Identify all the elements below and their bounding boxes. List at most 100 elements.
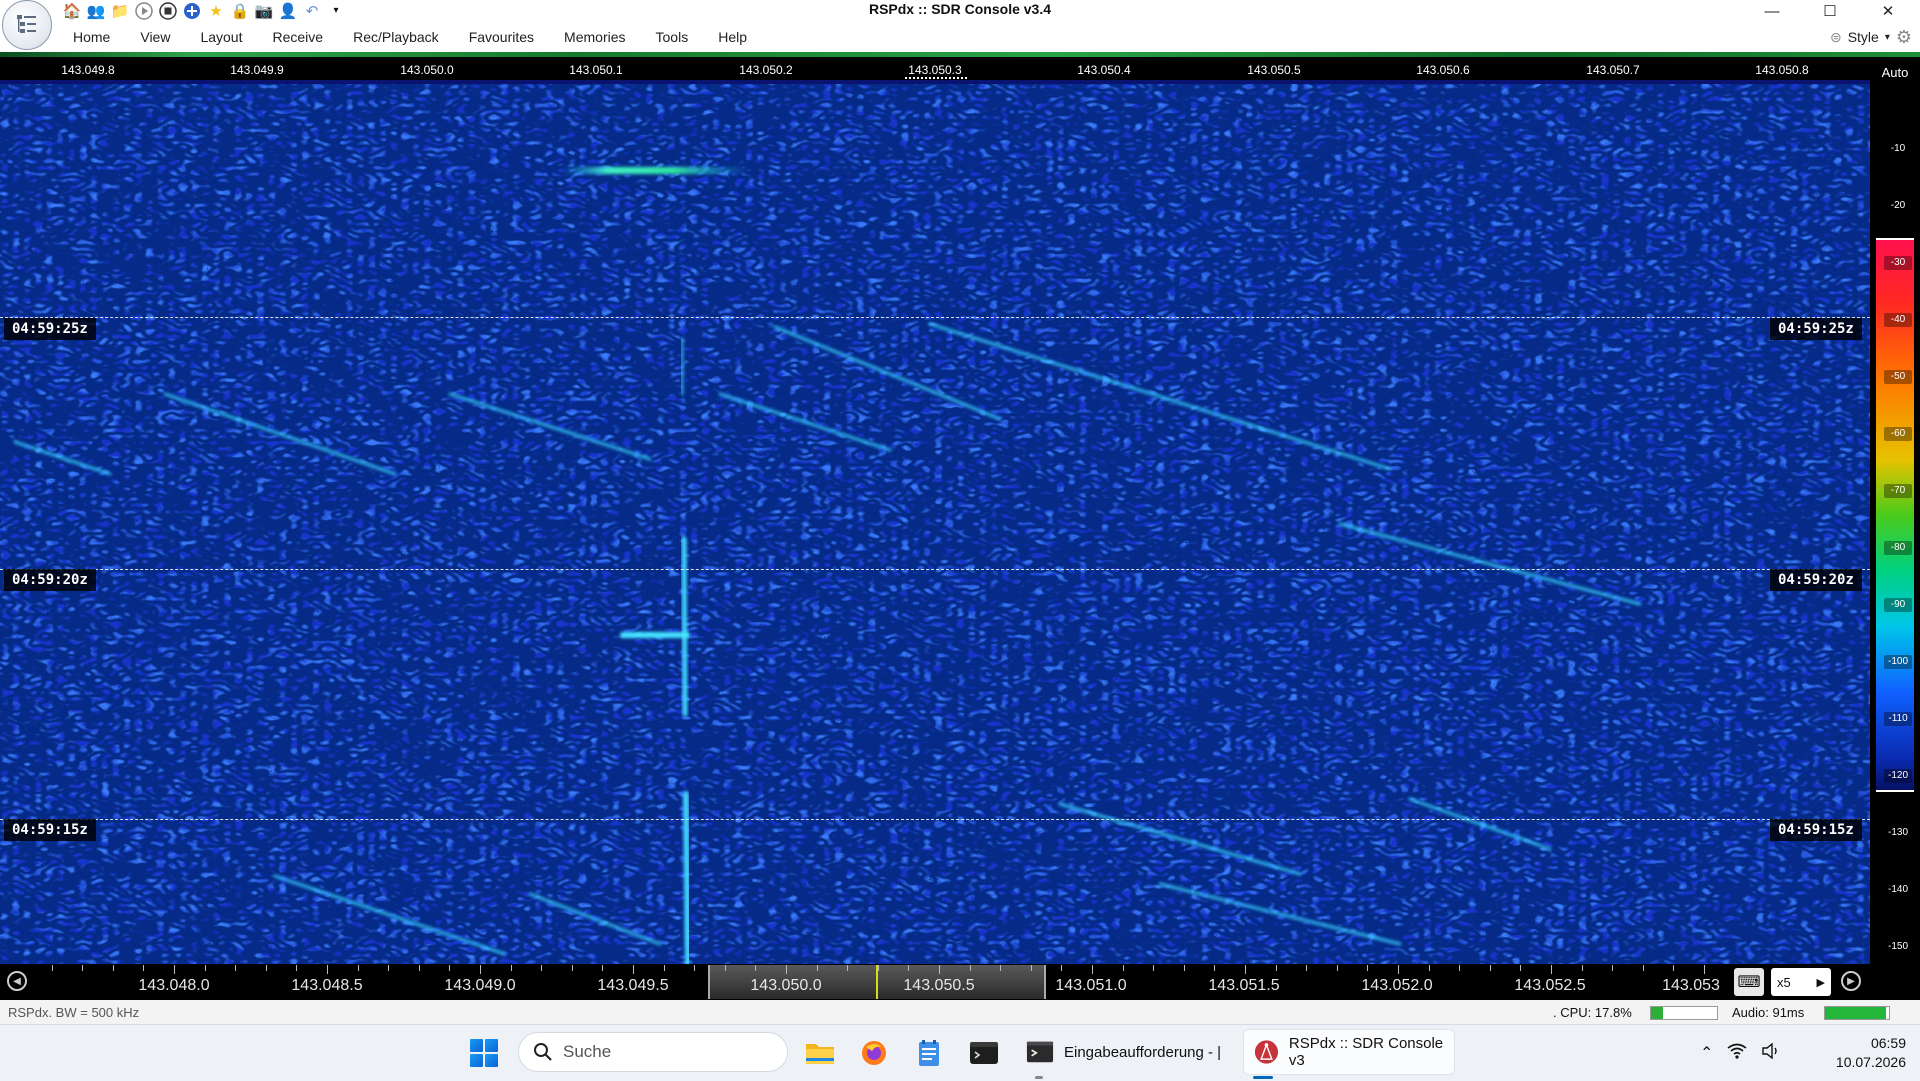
- scale-minor-tick: [877, 965, 879, 971]
- scale-minor-tick: [571, 965, 573, 971]
- scale-minor-tick: [1275, 965, 1277, 971]
- device-status: RSPdx. BW = 500 kHz: [8, 1005, 140, 1020]
- time-marker-line: [0, 819, 1870, 821]
- scale-minor-tick: [1061, 965, 1063, 971]
- waterfall-display[interactable]: 04:59:25z 04:59:25z 04:59:20z 04:59:20z …: [0, 84, 1870, 964]
- volume-icon[interactable]: [1761, 1042, 1781, 1064]
- tab-rec-playback[interactable]: Rec/Playback: [338, 29, 454, 45]
- firefox-icon[interactable]: [856, 1035, 892, 1071]
- scale-lower-limit[interactable]: [1876, 790, 1914, 792]
- windows-start-button[interactable]: [470, 1039, 498, 1067]
- tab-receive[interactable]: Receive: [258, 29, 339, 45]
- search-icon: [534, 1043, 552, 1061]
- taskbar-app-label: RSPdx :: SDR Console v3: [1288, 1035, 1444, 1069]
- tab-home[interactable]: Home: [58, 29, 125, 45]
- system-clock[interactable]: 06:59 10.07.2026: [1810, 1034, 1906, 1072]
- file-explorer-icon[interactable]: [802, 1035, 838, 1071]
- tab-help[interactable]: Help: [703, 29, 762, 45]
- collapse-ribbon-icon[interactable]: ⊜: [1830, 29, 1842, 46]
- scale-minor-tick: [388, 965, 390, 971]
- settings-gear-icon[interactable]: ⚙: [1896, 27, 1912, 48]
- style-label: Style: [1847, 29, 1879, 45]
- cpu-status: . CPU: 17.8%: [1553, 1005, 1632, 1020]
- style-menu[interactable]: ⊜ Style ▾ ⚙: [1830, 22, 1912, 52]
- cpu-meter-fill: [1651, 1007, 1663, 1019]
- top-frequency-axis[interactable]: 143.049.8 143.049.9 143.050.0 143.050.1 …: [0, 57, 1870, 80]
- scale-minor-tick: [143, 965, 145, 971]
- scale-minor-tick: [908, 965, 910, 971]
- time-label-left: 04:59:25z: [4, 318, 96, 340]
- scale-minor-tick: [1153, 965, 1155, 971]
- waterfall-canvas: [0, 84, 1870, 964]
- tab-tools[interactable]: Tools: [641, 29, 704, 45]
- auto-scale-button[interactable]: Auto: [1870, 57, 1920, 88]
- scale-tick: -110: [1884, 712, 1912, 726]
- scale-minor-tick: [1367, 965, 1369, 971]
- scale-minor-tick: [510, 965, 512, 971]
- system-tray: ⌃: [1700, 1025, 1781, 1081]
- tab-favourites[interactable]: Favourites: [454, 29, 549, 45]
- minimize-button[interactable]: —: [1750, 0, 1794, 22]
- taskbar-app-sdr-console[interactable]: RSPdx :: SDR Console v3: [1243, 1029, 1455, 1075]
- scale-minor-tick: [847, 965, 849, 971]
- chevron-up-icon[interactable]: ⌃: [1700, 1043, 1713, 1063]
- scale-minor-tick: [1245, 965, 1246, 974]
- bandwidth-edge-right[interactable]: [1044, 965, 1046, 999]
- app-menu-icon: [17, 15, 36, 33]
- scale-minor-tick: [112, 965, 114, 971]
- scale-minor-tick: [1122, 965, 1124, 971]
- scale-upper-limit[interactable]: [1876, 238, 1914, 240]
- time-marker-line: [0, 569, 1870, 571]
- scale-minor-tick: [265, 965, 267, 971]
- scale-minor-tick: [1183, 965, 1185, 971]
- taskbar: Suche Eingabeaufforderung - | RSPdx :: S…: [0, 1024, 1920, 1081]
- top-axis-label: 143.050.5: [1247, 63, 1301, 77]
- scale-minor-tick: [1030, 965, 1032, 971]
- signal-level-scale[interactable]: -10 -20 -30 -40 -50 -60 -70 -80 -90 -100…: [1870, 88, 1920, 964]
- clock-date: 10.07.2026: [1835, 1054, 1906, 1070]
- tab-memories[interactable]: Memories: [549, 29, 640, 45]
- title-bar: 🏠 👥 📁 ★ 🔒 📷 👤 ↶ ▾ RSPdx :: SDR Console v…: [0, 0, 1920, 50]
- bottom-axis-label: 143.049.5: [597, 977, 669, 994]
- top-axis-label: 143.050.8: [1755, 63, 1809, 77]
- scale-minor-tick: [1551, 965, 1552, 974]
- scale-tick: -60: [1884, 427, 1912, 441]
- bottom-axis-label: 143.051.0: [1055, 977, 1127, 994]
- scale-minor-tick: [816, 965, 818, 971]
- scale-minor-tick: [1673, 965, 1675, 971]
- wifi-icon[interactable]: [1727, 1043, 1747, 1064]
- keyboard-icon[interactable]: ⌨: [1734, 968, 1764, 996]
- scale-tick: -10: [1890, 143, 1906, 154]
- bandwidth-edge-left[interactable]: [708, 965, 710, 999]
- top-axis-label: 143.050.4: [1077, 63, 1131, 77]
- bottom-axis-label: 143.048.5: [291, 977, 363, 994]
- scale-minor-tick: [1398, 965, 1399, 974]
- chevron-right-icon[interactable]: ▶: [1817, 976, 1825, 989]
- taskbar-app-command-prompt[interactable]: Eingabeaufforderung - |: [1016, 1029, 1236, 1075]
- notepad-icon[interactable]: [911, 1035, 947, 1071]
- scroll-left-button[interactable]: ◀: [7, 971, 27, 991]
- tab-view[interactable]: View: [125, 29, 185, 45]
- scale-minor-tick: [1000, 965, 1002, 971]
- scale-tick: -20: [1890, 200, 1906, 211]
- clock-time: 06:59: [1870, 1035, 1906, 1051]
- scale-minor-tick: [51, 965, 53, 971]
- scale-minor-tick: [1642, 965, 1644, 971]
- tab-layout[interactable]: Layout: [185, 29, 257, 45]
- zoom-selector[interactable]: x5 ▶: [1771, 968, 1831, 996]
- scale-minor-tick: [541, 965, 543, 971]
- terminal-icon[interactable]: [966, 1035, 1002, 1071]
- close-button[interactable]: ✕: [1866, 0, 1910, 22]
- maximize-button[interactable]: ☐: [1808, 0, 1852, 22]
- audio-status: Audio: 91ms: [1732, 1005, 1805, 1020]
- top-axis-label: 143.050.2: [739, 63, 793, 77]
- taskbar-search[interactable]: Suche: [518, 1032, 788, 1072]
- time-label-right: 04:59:25z: [1770, 318, 1862, 340]
- frequency-scale[interactable]: 143.048.0 143.048.5 143.049.0 143.049.5 …: [36, 965, 1720, 999]
- scale-minor-tick: [939, 965, 940, 974]
- app-menu-button[interactable]: [2, 0, 52, 50]
- tuning-marker[interactable]: [905, 77, 969, 79]
- scale-tick: -90: [1884, 598, 1912, 612]
- scale-minor-tick: [1214, 965, 1216, 971]
- scroll-right-button[interactable]: ▶: [1841, 971, 1861, 991]
